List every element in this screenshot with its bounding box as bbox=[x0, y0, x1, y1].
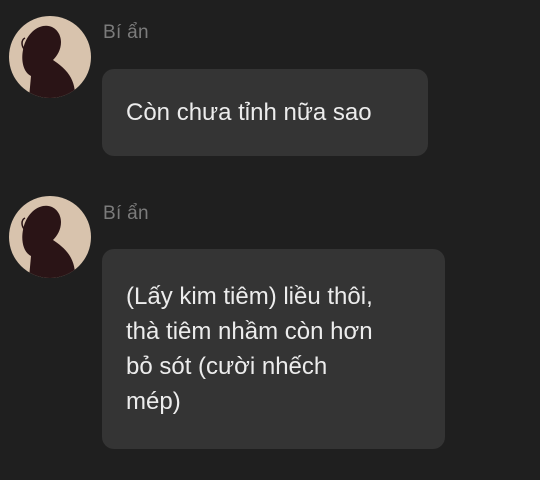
silhouette-avatar-icon bbox=[21, 25, 75, 98]
avatar[interactable] bbox=[9, 196, 91, 278]
chat-thread: Bí ẩn Còn chưa tỉnh nữa sao Bí ẩn (Lấy k… bbox=[0, 0, 540, 480]
silhouette-avatar-icon bbox=[21, 205, 75, 278]
message-text: (Lấy kim tiêm) liều thôi, thà tiêm nhầm … bbox=[126, 283, 373, 415]
message-bubble[interactable]: (Lấy kim tiêm) liều thôi, thà tiêm nhầm … bbox=[102, 249, 445, 449]
message-text: Còn chưa tỉnh nữa sao bbox=[126, 99, 372, 126]
sender-name: Bí ẩn bbox=[103, 22, 149, 43]
sender-name: Bí ẩn bbox=[103, 203, 149, 224]
avatar[interactable] bbox=[9, 16, 91, 98]
message-bubble[interactable]: Còn chưa tỉnh nữa sao bbox=[102, 69, 428, 156]
